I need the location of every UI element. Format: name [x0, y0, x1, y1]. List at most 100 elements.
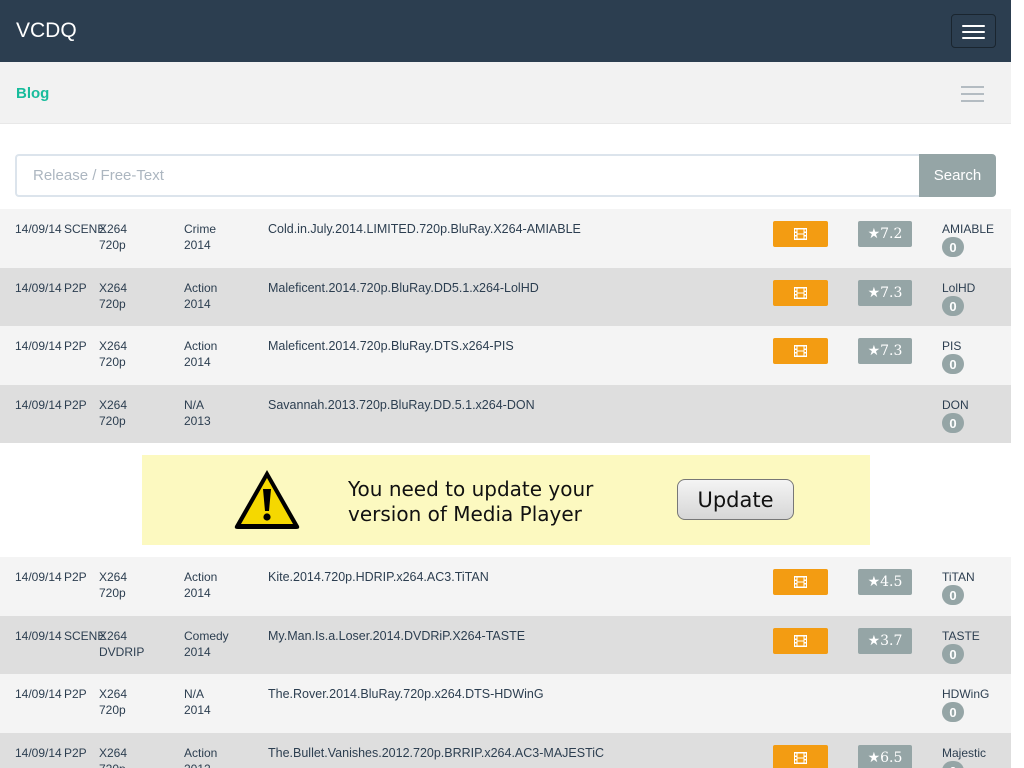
rating-badge[interactable]: ★7.3	[858, 280, 912, 306]
film-icon	[794, 228, 807, 240]
release-codec: X264	[99, 687, 128, 701]
warning-icon	[234, 470, 300, 529]
release-codec: X264	[99, 629, 128, 643]
release-title-link[interactable]: Maleficent.2014.720p.BluRay.DTS.x264-PIS	[268, 338, 514, 354]
release-year: 2012	[184, 761, 211, 768]
release-source: P2P	[64, 570, 87, 584]
release-group-link[interactable]: LolHD	[942, 280, 975, 296]
release-resolution: 720p	[99, 586, 126, 600]
release-source: P2P	[64, 398, 87, 412]
release-genre: Action	[184, 339, 218, 353]
hamburger-icon[interactable]	[958, 83, 988, 105]
update-button[interactable]: Update	[677, 479, 794, 520]
release-codec: X264	[99, 281, 128, 295]
film-icon	[794, 576, 807, 588]
table-row[interactable]: 14/09/14 P2P X264 720p N/A 2014 The.Rover.2014…	[0, 674, 1011, 733]
comment-count-badge: 0	[942, 413, 964, 433]
trailer-button[interactable]	[773, 569, 828, 595]
release-date: 14/09/14	[15, 570, 62, 584]
release-title-link[interactable]: The.Rover.2014.BluRay.720p.x264.DTS-HDWi…	[268, 686, 544, 702]
release-title-link[interactable]: Maleficent.2014.720p.BluRay.DD5.1.x264-L…	[268, 280, 539, 296]
rating-badge[interactable]: ★7.2	[858, 221, 912, 247]
rating-badge[interactable]: ★4.5	[858, 569, 912, 595]
table-row[interactable]: 14/09/14 SCENE X264 DVDRIP Comedy 2014 My.Man.…	[0, 616, 1011, 674]
release-group-link[interactable]: TASTE	[942, 628, 980, 644]
search-input[interactable]	[15, 154, 920, 197]
release-title-link[interactable]: Kite.2014.720p.HDRIP.x264.AC3.TiTAN	[268, 569, 489, 585]
release-group-link[interactable]: AMIABLE	[942, 221, 994, 237]
release-codec: X264	[99, 570, 128, 584]
release-genre: Action	[184, 570, 218, 584]
table-row[interactable]: 14/09/14 P2P X264 720p Action 2014 Maleficent.…	[0, 326, 1011, 385]
comment-count-badge: 0	[942, 354, 964, 374]
release-group-link[interactable]: DON	[942, 397, 969, 413]
release-group-link[interactable]: HDWinG	[942, 686, 989, 702]
table-row[interactable]: 14/09/14 P2P X264 720p Action 2014 Maleficent.…	[0, 268, 1011, 326]
release-genre: Action	[184, 281, 218, 295]
release-genre: Action	[184, 746, 218, 760]
rating-badge[interactable]: ★6.5	[858, 745, 912, 768]
comment-count-badge: 0	[942, 296, 964, 316]
release-title-link[interactable]: Savannah.2013.720p.BluRay.DD.5.1.x264-DO…	[268, 397, 535, 413]
release-year: 2014	[184, 297, 211, 311]
trailer-button[interactable]	[773, 628, 828, 654]
release-resolution: 720p	[99, 355, 126, 369]
trailer-button[interactable]	[773, 745, 828, 768]
release-resolution: 720p	[99, 297, 126, 311]
rating-badge[interactable]: ★3.7	[858, 628, 912, 654]
trailer-button[interactable]	[773, 338, 828, 364]
table-row[interactable]: 14/09/14P2P X264720p Action2012 The.Bullet.…	[0, 733, 1011, 768]
search-button[interactable]: Search	[919, 154, 996, 197]
release-title-link[interactable]: My.Man.Is.a.Loser.2014.DVDRiP.X264-TASTE	[268, 628, 525, 644]
release-year: 2013	[184, 414, 211, 428]
trailer-button[interactable]	[773, 280, 828, 306]
release-codec: X264	[99, 339, 128, 353]
release-date: 14/09/14	[15, 746, 62, 760]
ad-message: You need to update your version of Media…	[348, 477, 594, 526]
comment-count-badge: 0	[942, 585, 964, 605]
release-date: 14/09/14	[15, 629, 62, 643]
release-group-link[interactable]: Majestic	[942, 745, 986, 761]
film-icon	[794, 287, 807, 299]
table-row[interactable]: 14/09/14 P2P X264 720p Action 2014 Kite.2014.7…	[0, 557, 1011, 616]
release-source: P2P	[64, 746, 87, 760]
release-date: 14/09/14	[15, 398, 62, 412]
comment-count-badge: 0	[942, 237, 964, 257]
release-codec: X264	[99, 398, 128, 412]
release-source: P2P	[64, 687, 87, 701]
table-row[interactable]: 14/09/14 P2P X264 720p N/A 2013 Savannah.2013.…	[0, 385, 1011, 443]
release-genre: Comedy	[184, 629, 229, 643]
release-date: 14/09/14	[15, 339, 62, 353]
release-year: 2014	[184, 645, 211, 659]
blog-link[interactable]: Blog	[16, 85, 49, 102]
release-year: 2014	[184, 238, 211, 252]
release-genre: N/A	[184, 687, 205, 701]
comment-count-badge: 0	[942, 702, 964, 722]
brand-logo[interactable]: VCDQ	[16, 19, 77, 43]
hamburger-icon-line	[962, 25, 985, 27]
release-codec: X264	[99, 746, 128, 760]
comment-count-badge: 0	[942, 644, 964, 664]
table-row[interactable]: 14/09/14 SCENE X264 720p Crime 2014 Cold.in.Ju…	[0, 209, 1011, 268]
release-year: 2014	[184, 703, 211, 717]
navbar-toggle-button[interactable]	[951, 14, 996, 48]
rating-badge[interactable]: ★7.3	[858, 338, 912, 364]
release-source: P2P	[64, 281, 87, 295]
release-group-link[interactable]: TiTAN	[942, 569, 975, 585]
release-group-link[interactable]: PIS	[942, 338, 961, 354]
release-resolution: 720p	[99, 414, 126, 428]
ad-banner[interactable]: You need to update your version of Media…	[142, 455, 870, 545]
release-resolution: DVDRIP	[99, 645, 145, 659]
release-genre: N/A	[184, 398, 205, 412]
hamburger-icon-line	[962, 37, 985, 39]
hamburger-icon-line	[962, 31, 985, 33]
release-date: 14/09/14	[15, 222, 62, 236]
release-resolution: 720p	[99, 703, 126, 717]
release-title-link[interactable]: The.Bullet.Vanishes.2012.720p.BRRIP.x264…	[268, 745, 604, 761]
trailer-button[interactable]	[773, 221, 828, 247]
release-date: 14/09/14	[15, 687, 62, 701]
release-resolution: 720p	[99, 761, 126, 768]
release-year: 2014	[184, 586, 211, 600]
release-codec: X264	[99, 222, 128, 236]
release-title-link[interactable]: Cold.in.July.2014.LIMITED.720p.BluRay.X2…	[268, 221, 581, 237]
